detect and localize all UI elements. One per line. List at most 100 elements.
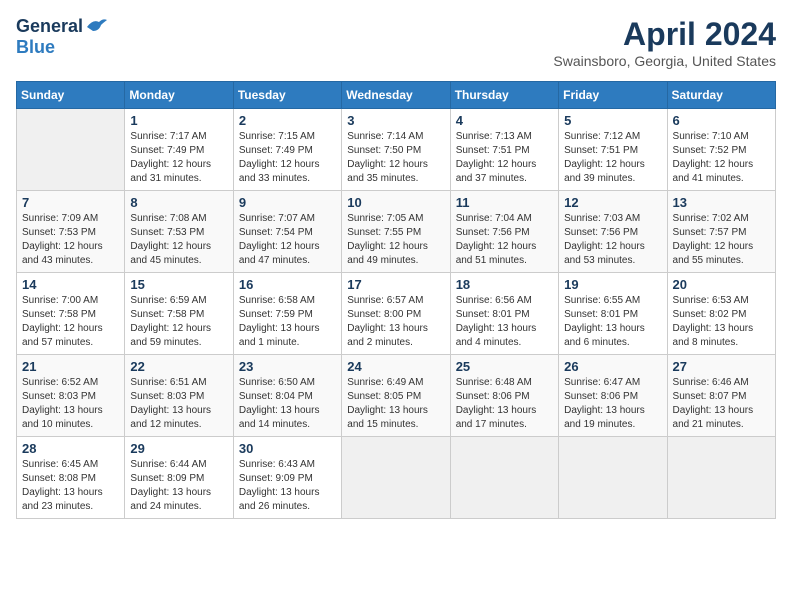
- day-info: Sunrise: 6:49 AMSunset: 8:05 PMDaylight:…: [347, 376, 444, 432]
- calendar-cell: 3 Sunrise: 7:14 AMSunset: 7:50 PMDaylight…: [342, 109, 450, 191]
- day-of-week-header: Saturday: [667, 82, 775, 109]
- title-area: April 2024 Swainsboro, Georgia, United S…: [553, 16, 776, 69]
- day-of-week-header: Friday: [559, 82, 667, 109]
- calendar-week-row: 1 Sunrise: 7:17 AMSunset: 7:49 PMDaylight…: [17, 109, 776, 191]
- calendar-cell: 29 Sunrise: 6:44 AMSunset: 8:09 PMDayligh…: [125, 437, 233, 519]
- day-info: Sunrise: 6:55 AMSunset: 8:01 PMDaylight:…: [564, 294, 661, 350]
- day-info: Sunrise: 6:51 AMSunset: 8:03 PMDaylight:…: [130, 376, 227, 432]
- day-number: 8: [130, 195, 227, 210]
- calendar-cell: 24 Sunrise: 6:49 AMSunset: 8:05 PMDayligh…: [342, 355, 450, 437]
- day-info: Sunrise: 6:46 AMSunset: 8:07 PMDaylight:…: [673, 376, 770, 432]
- month-year-title: April 2024: [553, 16, 776, 53]
- day-info: Sunrise: 7:15 AMSunset: 7:49 PMDaylight:…: [239, 130, 336, 186]
- day-info: Sunrise: 6:45 AMSunset: 8:08 PMDaylight:…: [22, 458, 119, 514]
- calendar-week-row: 21 Sunrise: 6:52 AMSunset: 8:03 PMDayligh…: [17, 355, 776, 437]
- day-info: Sunrise: 6:44 AMSunset: 8:09 PMDaylight:…: [130, 458, 227, 514]
- logo-general-text: General: [16, 16, 83, 37]
- calendar-week-row: 28 Sunrise: 6:45 AMSunset: 8:08 PMDayligh…: [17, 437, 776, 519]
- calendar-cell: 7 Sunrise: 7:09 AMSunset: 7:53 PMDaylight…: [17, 191, 125, 273]
- calendar-cell: 25 Sunrise: 6:48 AMSunset: 8:06 PMDayligh…: [450, 355, 558, 437]
- day-of-week-header: Sunday: [17, 82, 125, 109]
- day-number: 16: [239, 277, 336, 292]
- logo-blue-text: Blue: [16, 37, 55, 58]
- day-info: Sunrise: 7:00 AMSunset: 7:58 PMDaylight:…: [22, 294, 119, 350]
- calendar-cell: 17Sunrise: 6:57 AMSunset: 8:00 PMDayligh…: [342, 273, 450, 355]
- calendar-table: SundayMondayTuesdayWednesdayThursdayFrid…: [16, 81, 776, 519]
- calendar-cell: 15Sunrise: 6:59 AMSunset: 7:58 PMDayligh…: [125, 273, 233, 355]
- calendar-cell: 23 Sunrise: 6:50 AMSunset: 8:04 PMDayligh…: [233, 355, 341, 437]
- day-number: 10: [347, 195, 444, 210]
- day-number: 9: [239, 195, 336, 210]
- calendar-cell: 21 Sunrise: 6:52 AMSunset: 8:03 PMDayligh…: [17, 355, 125, 437]
- day-info: Sunrise: 7:03 AMSunset: 7:56 PMDaylight:…: [564, 212, 661, 268]
- day-number: 24: [347, 359, 444, 374]
- calendar-cell: 4 Sunrise: 7:13 AMSunset: 7:51 PMDaylight…: [450, 109, 558, 191]
- day-number: 13: [673, 195, 770, 210]
- day-info: Sunrise: 7:04 AMSunset: 7:56 PMDaylight:…: [456, 212, 553, 268]
- day-info: Sunrise: 7:14 AMSunset: 7:50 PMDaylight:…: [347, 130, 444, 186]
- day-info: Sunrise: 7:08 AMSunset: 7:53 PMDaylight:…: [130, 212, 227, 268]
- calendar-cell: 16Sunrise: 6:58 AMSunset: 7:59 PMDayligh…: [233, 273, 341, 355]
- calendar-cell: 11 Sunrise: 7:04 AMSunset: 7:56 PMDayligh…: [450, 191, 558, 273]
- day-number: 26: [564, 359, 661, 374]
- day-number: 11: [456, 195, 553, 210]
- calendar-cell: 26Sunrise: 6:47 AMSunset: 8:06 PMDayligh…: [559, 355, 667, 437]
- calendar-cell: [342, 437, 450, 519]
- day-info: Sunrise: 6:52 AMSunset: 8:03 PMDaylight:…: [22, 376, 119, 432]
- day-number: 19: [564, 277, 661, 292]
- calendar-cell: 28 Sunrise: 6:45 AMSunset: 8:08 PMDayligh…: [17, 437, 125, 519]
- day-of-week-header: Thursday: [450, 82, 558, 109]
- day-number: 12: [564, 195, 661, 210]
- day-number: 7: [22, 195, 119, 210]
- day-number: 28: [22, 441, 119, 456]
- header: General Blue April 2024 Swainsboro, Geor…: [16, 16, 776, 69]
- calendar-cell: 6Sunrise: 7:10 AMSunset: 7:52 PMDaylight…: [667, 109, 775, 191]
- day-number: 30: [239, 441, 336, 456]
- calendar-cell: 20 Sunrise: 6:53 AMSunset: 8:02 PMDayligh…: [667, 273, 775, 355]
- day-number: 20: [673, 277, 770, 292]
- day-number: 29: [130, 441, 227, 456]
- day-number: 25: [456, 359, 553, 374]
- day-info: Sunrise: 7:09 AMSunset: 7:53 PMDaylight:…: [22, 212, 119, 268]
- day-info: Sunrise: 6:53 AMSunset: 8:02 PMDaylight:…: [673, 294, 770, 350]
- day-info: Sunrise: 6:48 AMSunset: 8:06 PMDaylight:…: [456, 376, 553, 432]
- calendar-cell: 30 Sunrise: 6:43 AMSunset: 9:09 PMDayligh…: [233, 437, 341, 519]
- calendar-cell: 9Sunrise: 7:07 AMSunset: 7:54 PMDaylight…: [233, 191, 341, 273]
- calendar-week-row: 14Sunrise: 7:00 AMSunset: 7:58 PMDayligh…: [17, 273, 776, 355]
- day-number: 4: [456, 113, 553, 128]
- day-of-week-header: Wednesday: [342, 82, 450, 109]
- calendar-cell: 27 Sunrise: 6:46 AMSunset: 8:07 PMDayligh…: [667, 355, 775, 437]
- day-number: 2: [239, 113, 336, 128]
- day-number: 27: [673, 359, 770, 374]
- day-of-week-header: Tuesday: [233, 82, 341, 109]
- day-info: Sunrise: 6:43 AMSunset: 9:09 PMDaylight:…: [239, 458, 336, 514]
- day-number: 23: [239, 359, 336, 374]
- calendar-cell: 22 Sunrise: 6:51 AMSunset: 8:03 PMDayligh…: [125, 355, 233, 437]
- day-number: 15: [130, 277, 227, 292]
- calendar-body: 1 Sunrise: 7:17 AMSunset: 7:49 PMDaylight…: [17, 109, 776, 519]
- day-number: 3: [347, 113, 444, 128]
- calendar-cell: 13 Sunrise: 7:02 AMSunset: 7:57 PMDayligh…: [667, 191, 775, 273]
- day-info: Sunrise: 7:05 AMSunset: 7:55 PMDaylight:…: [347, 212, 444, 268]
- day-number: 5: [564, 113, 661, 128]
- calendar-cell: 14Sunrise: 7:00 AMSunset: 7:58 PMDayligh…: [17, 273, 125, 355]
- day-info: Sunrise: 7:10 AMSunset: 7:52 PMDaylight:…: [673, 130, 770, 186]
- day-number: 1: [130, 113, 227, 128]
- day-info: Sunrise: 7:13 AMSunset: 7:51 PMDaylight:…: [456, 130, 553, 186]
- calendar-cell: 1 Sunrise: 7:17 AMSunset: 7:49 PMDaylight…: [125, 109, 233, 191]
- calendar-cell: [559, 437, 667, 519]
- day-info: Sunrise: 7:17 AMSunset: 7:49 PMDaylight:…: [130, 130, 227, 186]
- day-number: 21: [22, 359, 119, 374]
- calendar-cell: [17, 109, 125, 191]
- calendar-cell: 12 Sunrise: 7:03 AMSunset: 7:56 PMDayligh…: [559, 191, 667, 273]
- day-info: Sunrise: 7:02 AMSunset: 7:57 PMDaylight:…: [673, 212, 770, 268]
- day-info: Sunrise: 6:57 AMSunset: 8:00 PMDaylight:…: [347, 294, 444, 350]
- logo: General Blue: [16, 16, 107, 58]
- day-info: Sunrise: 6:56 AMSunset: 8:01 PMDaylight:…: [456, 294, 553, 350]
- calendar-cell: 2 Sunrise: 7:15 AMSunset: 7:49 PMDaylight…: [233, 109, 341, 191]
- day-info: Sunrise: 6:50 AMSunset: 8:04 PMDaylight:…: [239, 376, 336, 432]
- calendar-cell: 10 Sunrise: 7:05 AMSunset: 7:55 PMDayligh…: [342, 191, 450, 273]
- day-number: 22: [130, 359, 227, 374]
- calendar-cell: 8 Sunrise: 7:08 AMSunset: 7:53 PMDaylight…: [125, 191, 233, 273]
- calendar-cell: 5Sunrise: 7:12 AMSunset: 7:51 PMDaylight…: [559, 109, 667, 191]
